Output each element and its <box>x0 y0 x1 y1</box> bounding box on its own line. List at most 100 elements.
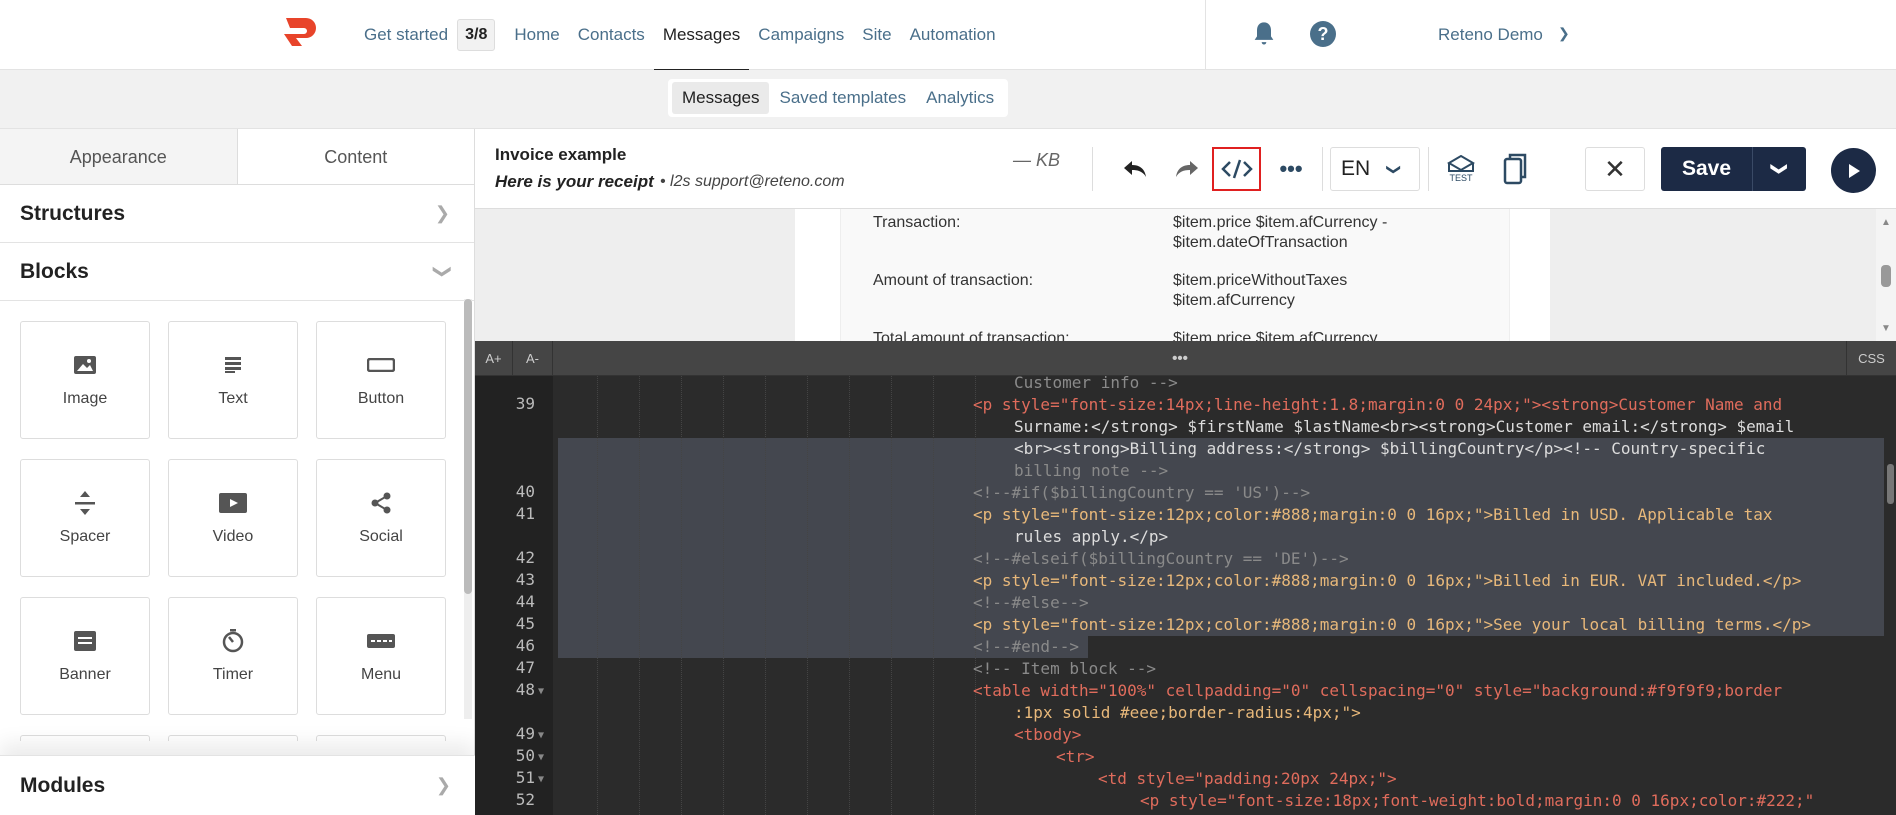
left-panel: Appearance Content Structures ❯ Blocks ❯… <box>0 129 475 815</box>
block-text[interactable]: Text <box>168 321 298 439</box>
line-number: 42 <box>515 548 535 567</box>
block-button[interactable]: Button <box>316 321 446 439</box>
code-scrollbar[interactable] <box>1884 376 1896 815</box>
chevron-down-icon: ❯ <box>432 263 453 280</box>
block-more[interactable] <box>168 735 298 741</box>
scroll-thumb[interactable] <box>464 299 472 594</box>
preview-body: Transaction: $item.price $item.afCurrenc… <box>795 209 1550 341</box>
preview-value: $item.priceWithoutTaxes <box>1173 272 1348 289</box>
structures-section[interactable]: Structures ❯ <box>0 185 474 243</box>
block-more[interactable] <box>20 735 150 741</box>
block-video[interactable]: Video <box>168 459 298 577</box>
progress-badge[interactable]: 3/8 <box>457 19 496 51</box>
subtab-analytics[interactable]: Analytics <box>916 82 1004 114</box>
line-number: 45 <box>515 614 535 633</box>
divider <box>1092 147 1093 191</box>
code-editor-icon[interactable] <box>1212 147 1261 191</box>
scroll-up-icon[interactable]: ▲ <box>1881 217 1891 228</box>
nav-site[interactable]: Site <box>853 0 900 70</box>
block-social[interactable]: Social <box>316 459 446 577</box>
scroll-down-icon[interactable]: ▼ <box>1881 323 1891 334</box>
line-number: 49 <box>515 724 535 743</box>
nav-get-started[interactable]: Get started <box>355 0 457 70</box>
tab-appearance[interactable]: Appearance <box>0 129 238 184</box>
font-increase-button[interactable]: A+ <box>475 341 513 376</box>
fold-icon[interactable]: ▼ <box>538 686 544 697</box>
code-line: <td style="padding:20px 24px;"> <box>1098 769 1397 788</box>
block-spacer[interactable]: Spacer <box>20 459 150 577</box>
undo-icon[interactable] <box>1113 147 1157 191</box>
block-image[interactable]: Image <box>20 321 150 439</box>
editor-toolbar: Invoice example Here is your receipt • l… <box>475 129 1896 209</box>
indent-guide <box>807 376 808 815</box>
fold-icon[interactable]: ▼ <box>538 730 544 741</box>
test-send-icon[interactable]: TEST <box>1441 147 1481 191</box>
code-toolbar: A+ A- ••• CSS <box>475 341 1896 376</box>
bell-icon[interactable] <box>1250 20 1278 48</box>
help-icon[interactable]: ? <box>1310 21 1336 47</box>
block-menu[interactable]: Menu <box>316 597 446 715</box>
code-line: <table width="100%" cellpadding="0" cell… <box>973 681 1783 700</box>
play-icon[interactable] <box>1831 148 1876 193</box>
code-line: <tbody> <box>1014 725 1082 744</box>
modules-section[interactable]: Modules ❯ <box>0 755 475 815</box>
code-editor[interactable]: 39 40 41 42 43 44 45 46 47 48 ▼ 49 ▼ 50 … <box>475 376 1896 815</box>
chevron-right-icon: ❯ <box>434 203 450 223</box>
close-icon[interactable]: ✕ <box>1585 147 1645 191</box>
block-timer[interactable]: Timer <box>168 597 298 715</box>
nav-home[interactable]: Home <box>505 0 568 70</box>
chevron-down-icon: ❯ <box>1770 162 1788 176</box>
user-menu[interactable]: Reteno Demo <box>1438 25 1543 45</box>
sender-email: • l2s support@reteno.com <box>660 173 845 190</box>
chevron-down-icon[interactable]: ❯ <box>1558 25 1570 42</box>
fold-icon[interactable]: ▼ <box>538 752 544 763</box>
nav-contacts[interactable]: Contacts <box>569 0 654 70</box>
preview-value: $item.price $item.afCurrency <box>1173 330 1378 341</box>
line-number: 52 <box>515 790 535 809</box>
indent-guide <box>933 376 934 815</box>
css-tab[interactable]: CSS <box>1846 341 1896 376</box>
scroll-thumb[interactable] <box>1887 464 1894 504</box>
tab-content[interactable]: Content <box>238 129 475 184</box>
block-label: Text <box>218 390 248 407</box>
divider <box>1428 147 1429 191</box>
redo-icon[interactable] <box>1165 147 1209 191</box>
more-options-icon[interactable]: ••• <box>1269 147 1313 191</box>
preview-value: $item.price $item.afCurrency - <box>1173 214 1388 231</box>
language-select[interactable]: EN ❯ <box>1330 147 1420 191</box>
reteno-logo-icon[interactable] <box>280 14 322 50</box>
font-decrease-button[interactable]: A- <box>513 341 553 376</box>
scroll-thumb[interactable] <box>1881 265 1891 287</box>
text-icon <box>169 352 297 378</box>
sub-navigation: Messages Saved templates Analytics <box>0 70 1896 129</box>
block-banner[interactable]: Banner <box>20 597 150 715</box>
indent-guide <box>849 376 850 815</box>
code-line: <p style="font-size:12px;color:#888;marg… <box>973 505 1773 524</box>
preview-scrollbar[interactable]: ▲ ▼ <box>1876 209 1896 341</box>
line-number: 40 <box>515 482 535 501</box>
save-button[interactable]: Save ❯ <box>1661 147 1806 191</box>
resize-handle[interactable]: ••• <box>1155 341 1205 376</box>
left-scrollbar[interactable] <box>464 299 472 719</box>
nav-messages[interactable]: Messages <box>653 0 750 71</box>
line-number: 43 <box>515 570 535 589</box>
code-line: <tr> <box>1056 747 1095 766</box>
blocks-section[interactable]: Blocks ❯ <box>0 243 474 301</box>
line-number: 48 <box>515 680 535 699</box>
save-label: Save <box>1681 157 1732 180</box>
subtab-saved-templates[interactable]: Saved templates <box>769 82 916 114</box>
line-number: 44 <box>515 592 535 611</box>
copy-icon[interactable] <box>1495 147 1535 191</box>
save-dropdown[interactable]: ❯ <box>1752 147 1806 191</box>
block-more[interactable] <box>316 735 446 741</box>
nav-campaigns[interactable]: Campaigns <box>749 0 853 70</box>
line-number: 39 <box>515 394 535 413</box>
preview-label: Amount of transaction: <box>873 272 1034 289</box>
top-navigation: Get started 3/8 Home Contacts Messages C… <box>0 0 1896 71</box>
subtab-messages[interactable]: Messages <box>672 82 770 114</box>
code-line: <p style="font-size:18px;font-weight:bol… <box>1140 791 1815 810</box>
nav-automation[interactable]: Automation <box>901 0 1005 70</box>
indent-guide <box>639 376 640 815</box>
line-number: 47 <box>515 658 535 677</box>
fold-icon[interactable]: ▼ <box>538 774 544 785</box>
